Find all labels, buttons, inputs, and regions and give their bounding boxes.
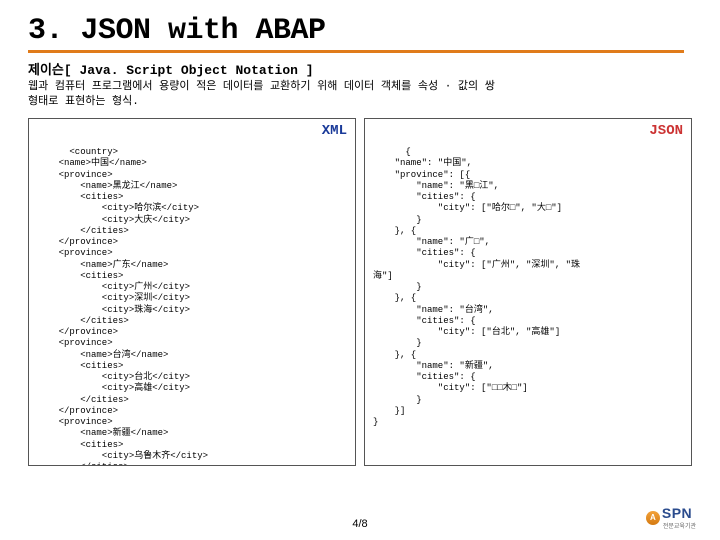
footer-logo: A SPN 전문교육기관	[646, 505, 696, 530]
logo-text: SPN	[662, 505, 696, 521]
xml-code-box: XML <country> <name>中国</name> <province>…	[28, 118, 356, 466]
logo-tagline: 전문교육기관	[663, 521, 696, 530]
json-code: { "name": "中国", "province": [{ "name": "…	[373, 147, 580, 427]
json-code-box: JSON { "name": "中国", "province": [{ "nam…	[364, 118, 692, 466]
code-columns: XML <country> <name>中国</name> <province>…	[28, 118, 692, 466]
xml-label: XML	[322, 123, 347, 141]
json-label: JSON	[649, 123, 683, 141]
xml-code: <country> <name>中国</name> <province> <na…	[37, 147, 208, 466]
subtitle: 제이슨[ Java. Script Object Notation ]	[28, 59, 692, 78]
slide-title: 3. JSON with ABAP	[28, 14, 692, 48]
page-number: 4/8	[0, 518, 720, 530]
slide: 3. JSON with ABAP 제이슨[ Java. Script Obje…	[0, 0, 720, 540]
logo-icon: A	[646, 511, 660, 525]
logo-text-wrap: SPN 전문교육기관	[662, 505, 696, 530]
title-divider	[28, 50, 684, 53]
description: 웹과 컴퓨터 프로그램에서 용량이 적은 데이터를 교환하기 위해 데이터 객체…	[28, 80, 692, 110]
